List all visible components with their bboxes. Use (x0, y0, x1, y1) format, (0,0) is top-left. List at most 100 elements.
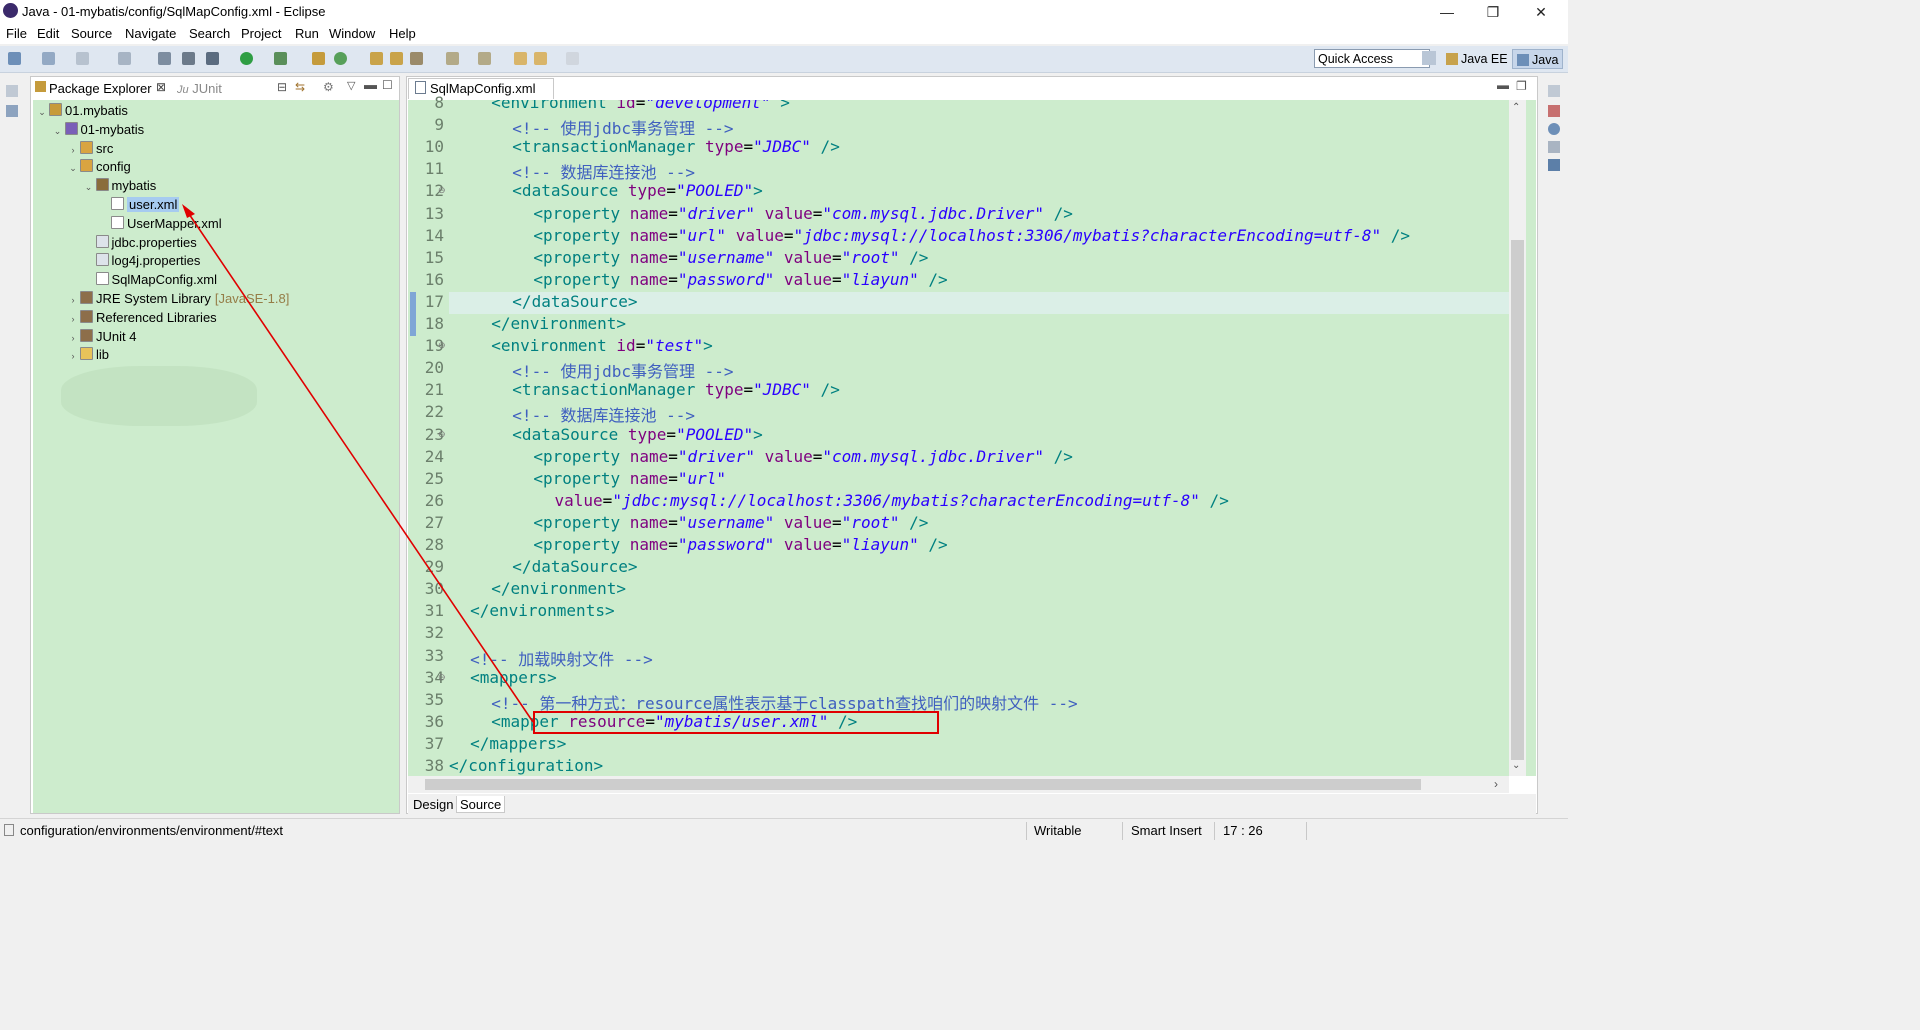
restore-icon[interactable] (6, 85, 18, 97)
tree-item[interactable]: SqlMapConfig.xml (84, 270, 217, 289)
code-line[interactable]: <property name="driver" value="com.mysql… (533, 204, 1072, 223)
scroll-up-icon[interactable]: ⌃ (1512, 102, 1520, 113)
menu-edit[interactable]: Edit (37, 26, 59, 41)
tab-source[interactable]: Source (456, 796, 506, 813)
code-line[interactable]: <!-- 加载映射文件 --> (470, 646, 653, 670)
menu-search[interactable]: Search (189, 26, 230, 41)
menu-help[interactable]: Help (389, 26, 416, 41)
vertical-scroll-thumb[interactable] (1511, 240, 1524, 760)
new-class-icon[interactable] (334, 52, 347, 65)
tree-item[interactable]: ⌄ config (68, 157, 131, 176)
close-button[interactable]: ✕ (1526, 2, 1556, 22)
tree-item[interactable]: user.xml (99, 195, 180, 214)
minimize-button[interactable]: — (1432, 2, 1462, 22)
scroll-right-icon[interactable]: › (1494, 777, 1498, 791)
tree-item[interactable]: › JRE System Library [JavaSE-1.8] (68, 289, 289, 308)
code-line[interactable]: <!-- 使用jdbc事务管理 --> (512, 358, 733, 382)
previous-annotation-icon[interactable] (478, 52, 491, 65)
menu-window[interactable]: Window (329, 26, 375, 41)
fold-toggle-icon[interactable]: ⊖ (438, 429, 446, 440)
code-line[interactable]: </dataSource> (512, 557, 637, 576)
tree-item[interactable]: ⌄ mybatis (84, 176, 156, 197)
skip-breakpoints-icon[interactable] (182, 52, 195, 65)
coverage-icon[interactable] (274, 52, 287, 65)
maximize-editor-icon[interactable]: ❐ (1516, 79, 1527, 93)
javadoc-icon[interactable] (1548, 123, 1560, 135)
scroll-down-icon[interactable]: ⌄ (1512, 760, 1520, 771)
new-java-project-icon[interactable] (312, 52, 325, 65)
code-line[interactable]: </configuration> (449, 756, 603, 775)
search-icon[interactable] (410, 52, 423, 65)
open-folder-icon[interactable] (390, 52, 403, 65)
code-line[interactable]: <property name="password" value="liayun"… (533, 535, 947, 554)
link-with-editor-icon[interactable]: ⇆ (295, 80, 305, 94)
perspective-java[interactable]: Java (1512, 49, 1564, 69)
tab-package-explorer[interactable]: Package Explorer (49, 81, 152, 96)
console-view-icon[interactable] (1548, 159, 1560, 171)
debug-icon[interactable] (206, 52, 219, 65)
tree-item[interactable]: ⌄ 01-mybatis (53, 120, 144, 141)
code-line[interactable]: <dataSource type="POOLED"> (512, 181, 762, 200)
maximize-button[interactable]: ❐ (1478, 2, 1508, 22)
hierarchy-icon[interactable] (6, 105, 18, 117)
code-line[interactable]: <mappers> (470, 668, 557, 687)
expanded-chevron-icon[interactable]: ⌄ (37, 103, 47, 122)
fold-toggle-icon[interactable]: ⊖ (438, 672, 446, 683)
fold-toggle-icon[interactable]: ⊖ (438, 340, 446, 351)
expanded-chevron-icon[interactable]: ⌄ (68, 159, 78, 178)
tab-design[interactable]: Design (410, 796, 456, 813)
fold-toggle-icon[interactable]: ⊖ (438, 185, 446, 196)
tree-item[interactable]: › src (68, 139, 113, 158)
restore-icon[interactable] (1548, 85, 1560, 97)
expanded-chevron-icon[interactable]: ⌄ (84, 178, 94, 197)
expanded-chevron-icon[interactable]: ⌄ (53, 122, 63, 141)
back-icon[interactable] (534, 52, 547, 65)
code-line[interactable]: <environment id="development" > (491, 100, 790, 112)
tab-junit[interactable]: Ju JUnit (177, 81, 222, 96)
tree-item[interactable]: ⌄ 01.mybatis (37, 101, 128, 120)
maximize-view-icon[interactable]: ☐ (382, 78, 393, 92)
code-line[interactable]: <property name="password" value="liayun"… (533, 270, 947, 289)
menu-source[interactable]: Source (71, 26, 112, 41)
source-code[interactable]: <environment id="development" > <!-- 使用jd… (449, 100, 1509, 776)
horizontal-scroll-thumb[interactable] (425, 779, 1421, 790)
last-edit-icon[interactable] (514, 52, 527, 65)
tree-item[interactable]: › lib (68, 345, 109, 364)
menu-project[interactable]: Project (241, 26, 281, 41)
code-line[interactable]: <property name="url" value="jdbc:mysql:/… (533, 226, 1410, 245)
tree-item[interactable]: UserMapper.xml (99, 214, 222, 233)
declaration-icon[interactable] (1548, 141, 1560, 153)
code-line[interactable]: <!-- 数据库连接池 --> (512, 402, 695, 426)
code-line[interactable]: </environments> (470, 601, 615, 620)
tree-item[interactable]: jdbc.properties (84, 233, 197, 252)
code-line[interactable]: <property name="url" (533, 469, 726, 488)
tree-item[interactable]: log4j.properties (84, 251, 200, 270)
save-icon[interactable] (42, 52, 55, 65)
tree-item[interactable]: › JUnit 4 (68, 327, 136, 346)
code-line[interactable]: </environment> (491, 579, 626, 598)
focus-icon[interactable]: ⚙ (323, 80, 334, 94)
collapse-all-icon[interactable]: ⊟ (277, 80, 287, 94)
code-line[interactable]: <transactionManager type="JDBC" /> (512, 380, 840, 399)
minimize-editor-icon[interactable]: ▬ (1497, 78, 1509, 92)
console-icon[interactable] (158, 52, 171, 65)
code-line[interactable]: <property name="username" value="root" /… (533, 248, 928, 267)
menu-run[interactable]: Run (295, 26, 319, 41)
problems-icon[interactable] (1548, 105, 1560, 117)
save-all-icon[interactable] (76, 52, 89, 65)
collapsed-chevron-icon[interactable]: › (68, 347, 78, 366)
code-line[interactable]: <!-- 数据库连接池 --> (512, 159, 695, 183)
quick-access-input[interactable]: Quick Access (1314, 49, 1430, 68)
view-menu-icon[interactable]: ▽ (347, 79, 355, 92)
code-line[interactable]: <transactionManager type="JDBC" /> (512, 137, 840, 156)
code-line[interactable]: </environment> (491, 314, 626, 333)
open-type-icon[interactable] (370, 52, 383, 65)
next-annotation-icon[interactable] (446, 52, 459, 65)
forward-icon[interactable] (566, 52, 579, 65)
minimize-view-icon[interactable]: ▬ (364, 77, 377, 92)
open-perspective-icon[interactable] (1422, 51, 1436, 65)
code-line[interactable]: </dataSource> (512, 292, 637, 311)
new-icon[interactable] (8, 52, 21, 65)
code-line[interactable]: <environment id="test"> (491, 336, 713, 355)
code-line[interactable]: value="jdbc:mysql://localhost:3306/mybat… (555, 491, 1229, 510)
